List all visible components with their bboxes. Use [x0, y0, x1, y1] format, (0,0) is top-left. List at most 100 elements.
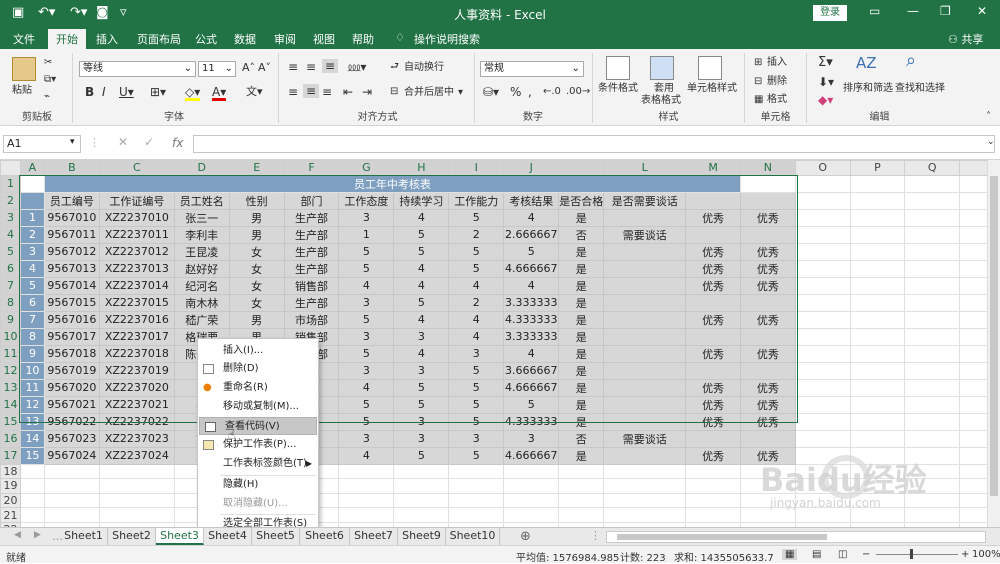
table-cell[interactable]	[603, 208, 687, 227]
table-cell[interactable]: 优秀	[685, 446, 741, 465]
cell[interactable]	[98, 507, 175, 523]
table-cell[interactable]: 女	[228, 259, 285, 278]
table-cell[interactable]	[603, 327, 687, 346]
sort-filter-icon[interactable]: AZ	[856, 56, 877, 71]
table-cell[interactable]: XZ2237022	[98, 412, 175, 431]
table-cell[interactable]: 优秀	[685, 378, 741, 397]
prev-sheet-icon[interactable]: ◀	[14, 530, 21, 540]
table-cell[interactable]: 4.666667	[503, 259, 560, 278]
bold-icon[interactable]: B	[85, 86, 94, 98]
vertical-scrollbar[interactable]	[987, 160, 1000, 527]
table-cell[interactable]: 5	[448, 446, 505, 465]
cell[interactable]	[739, 174, 796, 193]
row-number-cell[interactable]: 3	[19, 242, 45, 261]
table-cell[interactable]: 优秀	[739, 276, 796, 295]
table-cell[interactable]: XZ2237016	[98, 310, 175, 329]
cell[interactable]	[904, 191, 961, 210]
cell[interactable]	[904, 293, 961, 312]
table-cell[interactable]	[685, 293, 741, 312]
login-button[interactable]: 登录	[813, 5, 847, 21]
row-number-cell[interactable]: 12	[19, 395, 45, 414]
table-cell[interactable]: 9567018	[43, 344, 100, 363]
cell[interactable]	[98, 463, 175, 480]
cell[interactable]	[338, 492, 395, 509]
table-cell[interactable]: 女	[228, 242, 285, 261]
table-cell[interactable]	[739, 429, 796, 448]
table-cell[interactable]: 是	[558, 446, 605, 465]
table-cell[interactable]: 5	[503, 395, 560, 414]
table-cell[interactable]: 9567013	[43, 259, 100, 278]
menu-item-tab-color[interactable]: 工作表标签颜色(T) ▶	[198, 455, 318, 473]
add-sheet-icon[interactable]: ⊕	[520, 529, 531, 544]
table-cell[interactable]: 5	[338, 395, 395, 414]
column-header[interactable]: N	[739, 160, 796, 176]
table-cell[interactable]: 优秀	[739, 344, 796, 363]
table-cell[interactable]: 4	[393, 276, 450, 295]
table-cell[interactable]: 销售部	[283, 276, 340, 295]
table-cell[interactable]: 5	[338, 310, 395, 329]
share-button[interactable]: ⚇ 共享	[948, 31, 983, 47]
table-cell[interactable]: 4	[448, 310, 505, 329]
cell[interactable]	[43, 507, 100, 523]
cell[interactable]	[603, 492, 687, 509]
table-cell[interactable]: 5	[338, 344, 395, 363]
table-cell[interactable]	[603, 395, 687, 414]
table-cell[interactable]: 9567023	[43, 429, 100, 448]
tell-me-search[interactable]: 操作说明搜索	[414, 31, 480, 47]
clear-icon[interactable]: ◆▾	[818, 94, 833, 106]
row-header[interactable]: 9	[0, 310, 21, 329]
table-cell[interactable]: 男	[228, 225, 285, 244]
header-cell[interactable]: 工作态度	[338, 191, 395, 210]
table-cell[interactable]: 需要谈话	[603, 429, 687, 448]
row-header[interactable]: 2	[0, 191, 21, 210]
cell[interactable]	[503, 463, 560, 480]
table-cell[interactable]: 3.333333	[503, 293, 560, 312]
table-cell[interactable]: 是	[558, 378, 605, 397]
select-all-corner[interactable]	[0, 160, 21, 176]
table-cell[interactable]	[603, 276, 687, 295]
cell[interactable]	[904, 395, 961, 414]
cut-icon[interactable]: ✂	[44, 57, 52, 69]
row-number-cell[interactable]: 1	[19, 208, 45, 227]
cell[interactable]	[849, 412, 906, 431]
table-cell[interactable]: 4	[393, 344, 450, 363]
cell[interactable]	[904, 225, 961, 244]
cell[interactable]	[685, 492, 741, 509]
column-header[interactable]: P	[849, 160, 906, 176]
row-number-cell[interactable]: 9	[19, 344, 45, 363]
table-cell[interactable]: 9567010	[43, 208, 100, 227]
column-header[interactable]: F	[283, 160, 340, 176]
cell[interactable]	[43, 463, 100, 480]
table-cell[interactable]: 9567019	[43, 361, 100, 380]
table-cell[interactable]: 是	[558, 344, 605, 363]
table-cell[interactable]: 3.666667	[503, 361, 560, 380]
table-cell[interactable]: 是	[558, 327, 605, 346]
cell[interactable]	[849, 429, 906, 448]
table-cell[interactable]	[603, 293, 687, 312]
table-cell[interactable]: 市场部	[283, 310, 340, 329]
table-cell[interactable]: 4	[338, 276, 395, 295]
normal-view-icon[interactable]: ▦	[782, 549, 798, 560]
row-header[interactable]: 12	[0, 361, 21, 380]
cell[interactable]	[739, 507, 796, 523]
confirm-icon[interactable]: ✓	[144, 135, 154, 149]
cell[interactable]	[393, 492, 450, 509]
row-header[interactable]: 18	[0, 463, 21, 480]
table-cell[interactable]	[685, 225, 741, 244]
fill-icon[interactable]: ⬇▾	[818, 76, 834, 88]
table-cell[interactable]: 9567011	[43, 225, 100, 244]
row-header[interactable]: 7	[0, 276, 21, 295]
table-cell[interactable]: 纪河名	[173, 276, 230, 295]
increase-indent-icon[interactable]: ⇥	[362, 86, 372, 98]
cell[interactable]	[849, 344, 906, 363]
zoom-level[interactable]: 100%	[972, 549, 1000, 560]
table-cell[interactable]: 3.333333	[503, 327, 560, 346]
table-cell[interactable]: 生产部	[283, 242, 340, 261]
table-cell[interactable]: 5	[393, 378, 450, 397]
format-as-table-icon[interactable]	[650, 56, 674, 80]
table-cell[interactable]	[739, 327, 796, 346]
table-cell[interactable]: XZ2237020	[98, 378, 175, 397]
cell[interactable]	[794, 361, 851, 380]
menu-item-insert[interactable]: 插入(I)...	[198, 342, 318, 360]
close-icon[interactable]: ✕	[977, 4, 987, 18]
